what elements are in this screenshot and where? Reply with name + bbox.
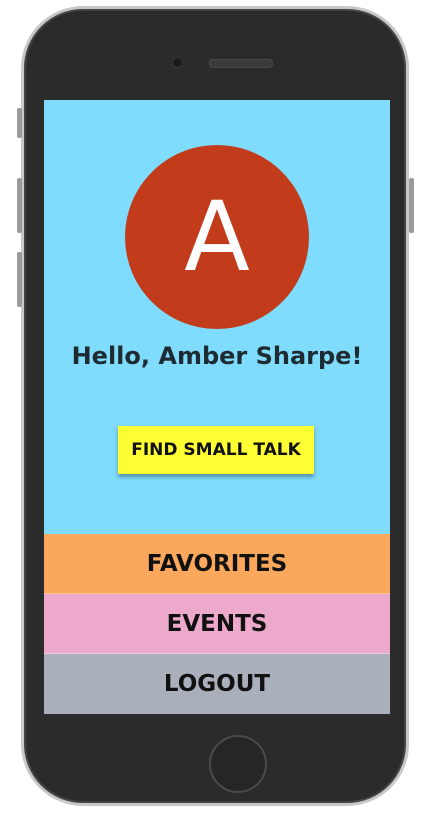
greeting-text: Hello, Amber Sharpe! [71,342,363,370]
avatar: A [125,145,309,329]
power-button [409,178,414,233]
home-button[interactable] [209,735,267,793]
camera-icon [172,57,183,68]
app-screen: A Hello, Amber Sharpe! FIND SMALL TALK F… [44,100,390,714]
menu-item-events[interactable]: EVENTS [44,594,390,654]
volume-down-button [17,252,22,307]
mute-switch [17,108,22,138]
find-small-talk-button[interactable]: FIND SMALL TALK [118,426,314,474]
volume-up-button [17,178,22,233]
avatar-initial: A [184,181,250,293]
menu-item-logout[interactable]: LOGOUT [44,654,390,714]
main-menu: FAVORITES EVENTS LOGOUT [44,534,390,714]
menu-item-favorites[interactable]: FAVORITES [44,534,390,594]
speaker-grille [209,59,273,68]
